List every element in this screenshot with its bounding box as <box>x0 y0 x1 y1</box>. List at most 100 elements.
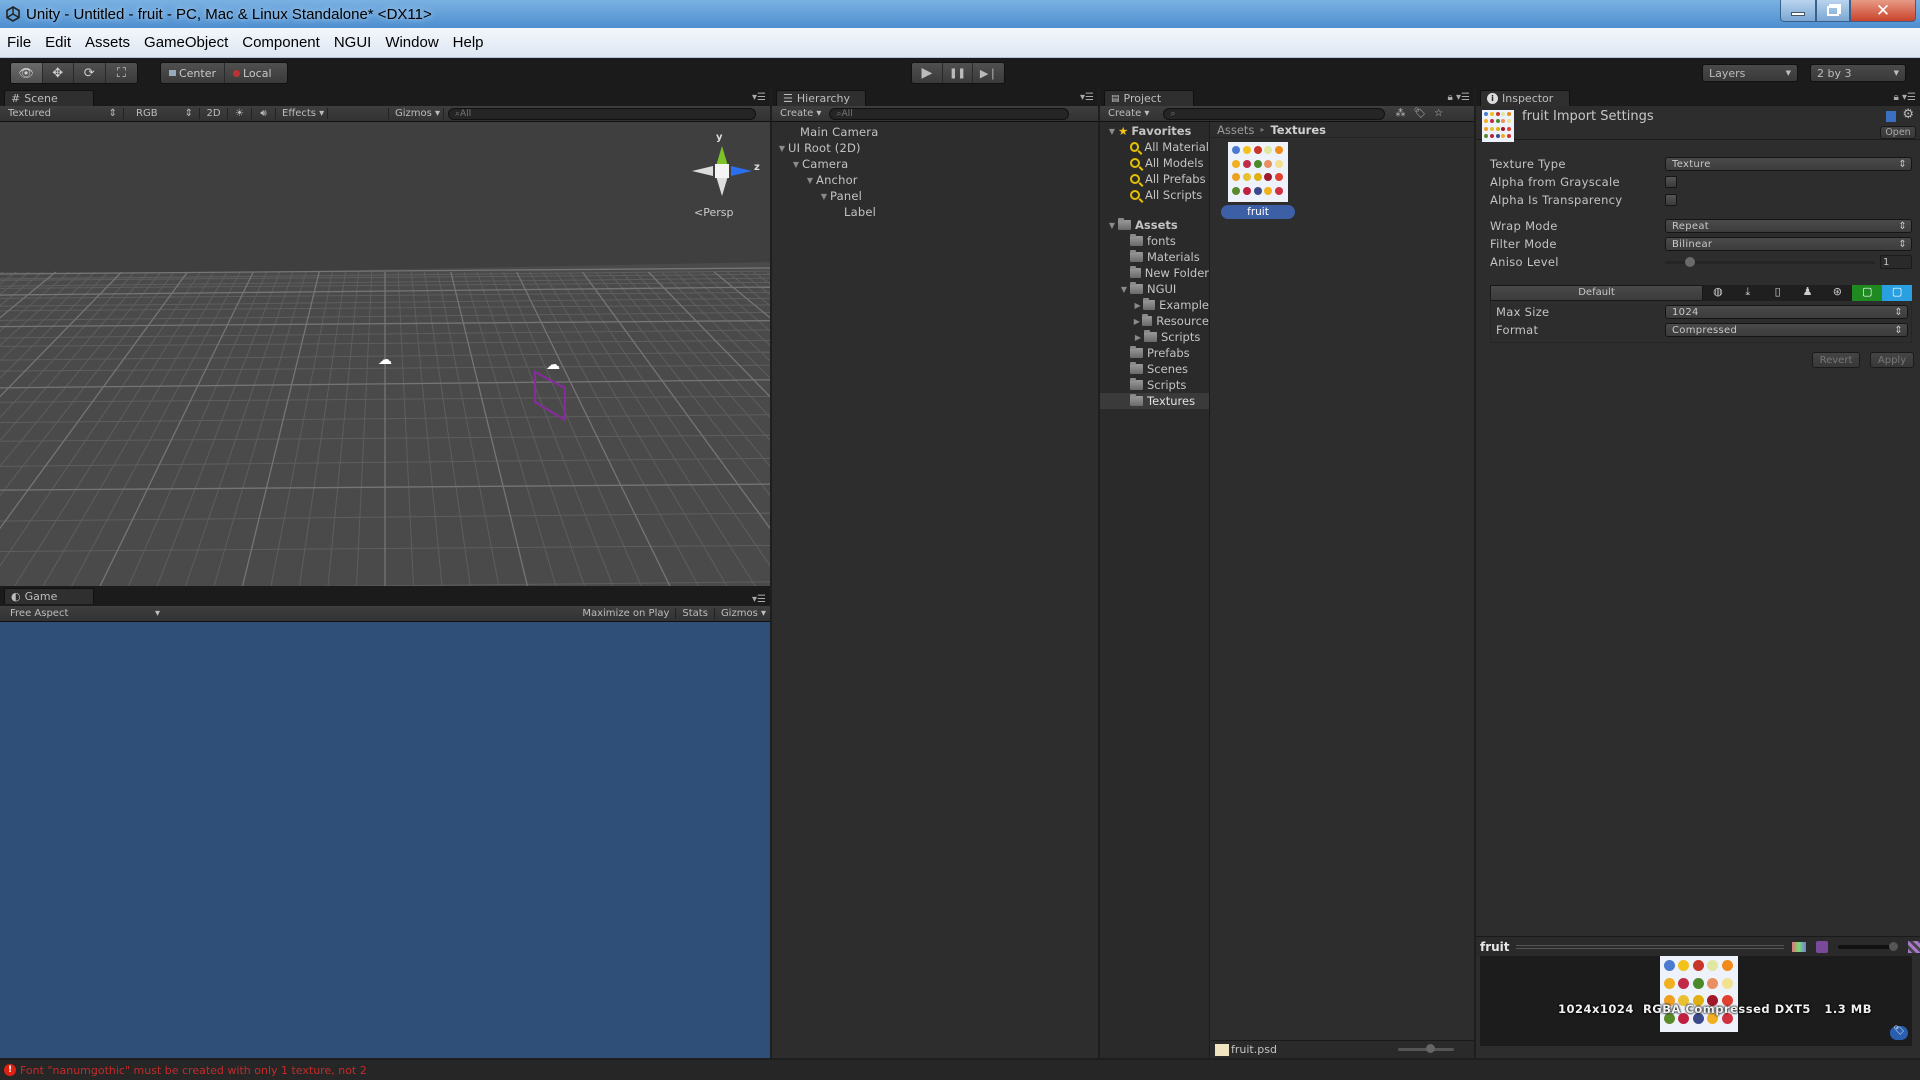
projection-toggle[interactable]: <Persp <box>694 206 733 219</box>
expand-arrow-icon[interactable]: ▼ <box>776 144 788 153</box>
hierarchy-item[interactable]: ▼ Anchor <box>772 172 1098 188</box>
preview-drag-bar[interactable] <box>1515 944 1785 949</box>
favorite-item[interactable]: All Prefabs <box>1100 171 1209 187</box>
checker-background-icon[interactable] <box>1908 940 1920 953</box>
panel-menu-icon[interactable]: 🔒︎ ▾☰ <box>1894 92 1916 103</box>
format-dropdown[interactable]: Compressed ⇕ <box>1665 323 1908 337</box>
pause-button[interactable]: ❚❚ <box>943 63 974 83</box>
maximize-on-play-toggle[interactable]: Maximize on Play <box>576 608 675 619</box>
menu-ngui[interactable]: NGUI <box>327 34 379 51</box>
tab-project[interactable]: ▤ Project <box>1104 90 1194 106</box>
platform-tab-windows-store[interactable]: ▢ <box>1882 285 1913 301</box>
project-create-button[interactable]: Create ▾ <box>1100 108 1157 119</box>
collapse-arrow-icon[interactable]: ▶ <box>1132 317 1142 326</box>
folder-item-selected[interactable]: Textures <box>1100 393 1209 409</box>
apply-button[interactable]: Apply <box>1870 352 1914 368</box>
tab-game[interactable]: ◐ Game <box>4 588 94 604</box>
menu-assets[interactable]: Assets <box>78 34 137 51</box>
platform-tab-standalone[interactable]: ⤓ <box>1733 285 1763 301</box>
draw-mode-dropdown[interactable]: Textured ⇕ <box>0 108 124 119</box>
hierarchy-create-button[interactable]: Create ▾ <box>772 108 829 119</box>
expand-arrow-icon[interactable]: ▼ <box>804 176 816 185</box>
asset-item-fruit[interactable]: fruit <box>1221 142 1295 219</box>
scene-search-input[interactable]: ⌕ All <box>448 107 756 120</box>
open-button[interactable]: Open <box>1880 126 1916 139</box>
alpha-is-transparency-checkbox[interactable] <box>1665 194 1677 206</box>
platform-tab-ios[interactable]: ▯ <box>1763 285 1793 301</box>
aniso-level-input[interactable]: 1 <box>1880 255 1912 269</box>
rotate-tool-button[interactable]: ⟳ <box>74 63 106 83</box>
expand-arrow-icon[interactable]: ▼ <box>818 192 830 201</box>
aniso-level-slider[interactable] <box>1665 257 1875 267</box>
view-tool-button[interactable]: 👁 <box>11 63 43 83</box>
revert-button[interactable]: Revert <box>1812 352 1860 368</box>
favorites-header[interactable]: ▼ ★ Favorites <box>1100 123 1209 139</box>
minimize-button[interactable] <box>1780 0 1816 22</box>
game-viewport[interactable] <box>0 622 770 1058</box>
play-button[interactable]: ▶ <box>912 63 943 83</box>
layers-dropdown[interactable]: Layers ▼ <box>1702 64 1798 82</box>
alpha-channel-icon[interactable] <box>1816 940 1829 953</box>
panel-menu-icon[interactable]: ▾☰ <box>752 92 766 103</box>
panel-menu-icon[interactable]: ▾☰ <box>752 594 766 605</box>
menu-gameobject[interactable]: GameObject <box>137 34 235 51</box>
restore-button[interactable] <box>1816 0 1850 22</box>
menu-window[interactable]: Window <box>378 34 445 51</box>
platform-tab-xbox[interactable]: ▢ <box>1852 285 1883 301</box>
help-book-icon[interactable] <box>1886 111 1896 122</box>
platform-tab-default[interactable]: Default <box>1490 285 1703 301</box>
folder-item[interactable]: Prefabs <box>1100 345 1209 361</box>
platform-tab-blackberry[interactable]: ⊛ <box>1822 285 1852 301</box>
icon-size-slider[interactable] <box>1398 1044 1454 1053</box>
folder-item[interactable]: Scenes <box>1100 361 1209 377</box>
stats-toggle[interactable]: Stats <box>675 608 714 619</box>
slider-thumb[interactable] <box>1889 941 1899 951</box>
menu-help[interactable]: Help <box>446 34 491 51</box>
close-button[interactable]: ✕ <box>1850 0 1916 22</box>
platform-tab-android[interactable]: ♟ <box>1793 285 1823 301</box>
filter-mode-dropdown[interactable]: Bilinear ⇕ <box>1665 237 1912 251</box>
menu-component[interactable]: Component <box>235 34 327 51</box>
breadcrumb-textures[interactable]: Textures <box>1270 123 1326 137</box>
favorite-item[interactable]: All Models <box>1100 155 1209 171</box>
tab-scene[interactable]: # Scene <box>4 90 94 106</box>
favorite-item[interactable]: All Scripts <box>1100 187 1209 203</box>
render-mode-dropdown[interactable]: RGB ⇕ <box>124 108 200 119</box>
rgb-channel-icon[interactable] <box>1792 941 1807 952</box>
folder-item[interactable]: ▼ NGUI <box>1100 281 1209 297</box>
gizmos-dropdown[interactable]: Gizmos ▾ <box>388 108 444 119</box>
hierarchy-item[interactable]: ▼ Camera <box>772 156 1098 172</box>
tab-hierarchy[interactable]: ☰ Hierarchy <box>776 90 866 106</box>
texture-type-dropdown[interactable]: Texture ⇕ <box>1665 157 1912 171</box>
orientation-gizmo[interactable]: y z <Persp <box>680 132 760 222</box>
filter-type-icon[interactable]: ⁂ <box>1395 108 1405 119</box>
move-tool-button[interactable]: ✥ <box>43 63 74 83</box>
mip-level-slider[interactable] <box>1838 941 1899 951</box>
panel-menu-icon[interactable]: 🔒︎ ▾☰ <box>1448 92 1470 103</box>
folder-item[interactable]: Materials <box>1100 249 1209 265</box>
hierarchy-item[interactable]: ▼ UI Root (2D) <box>772 140 1098 156</box>
layout-dropdown[interactable]: 2 by 3 ▼ <box>1810 64 1906 82</box>
hierarchy-item[interactable]: Main Camera <box>772 124 1098 140</box>
assets-header[interactable]: ▼ Assets <box>1100 217 1209 233</box>
lighting-toggle[interactable]: ☀ <box>228 108 252 119</box>
step-button[interactable]: ▶❘ <box>973 63 1004 83</box>
tab-inspector[interactable]: i Inspector <box>1480 90 1570 106</box>
scale-tool-button[interactable]: ⛶ <box>106 63 137 83</box>
breadcrumb-assets[interactable]: Assets <box>1217 123 1254 137</box>
expand-arrow-icon[interactable]: ▼ <box>1106 221 1118 230</box>
pivot-center-button[interactable]: Center <box>161 63 225 83</box>
folder-item[interactable]: fonts <box>1100 233 1209 249</box>
hierarchy-item[interactable]: Label <box>772 204 1098 220</box>
aspect-dropdown[interactable]: Free Aspect ▾ <box>0 608 164 619</box>
effects-dropdown[interactable]: Effects ▾ <box>276 108 328 119</box>
folder-item[interactable]: ▶ Scripts <box>1100 329 1209 345</box>
project-search-input[interactable]: ⌕ <box>1163 107 1386 120</box>
panel-menu-icon[interactable]: ▾☰ <box>1080 92 1094 103</box>
expand-arrow-icon[interactable]: ▼ <box>790 160 802 169</box>
platform-tab-web[interactable]: ◍ <box>1703 285 1733 301</box>
expand-arrow-icon[interactable]: ▼ <box>1106 127 1118 136</box>
max-size-dropdown[interactable]: 1024 ⇕ <box>1665 305 1908 319</box>
slider-thumb[interactable] <box>1685 257 1695 267</box>
slider-thumb[interactable] <box>1426 1044 1435 1053</box>
